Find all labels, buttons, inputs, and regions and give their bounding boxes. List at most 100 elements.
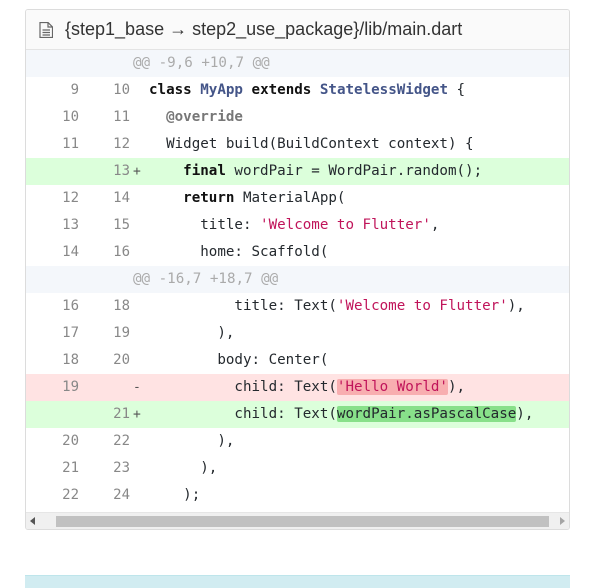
old-line-number[interactable]: 22 xyxy=(54,482,79,509)
info-banner xyxy=(25,575,570,588)
new-line-number[interactable]: 12 xyxy=(105,131,130,158)
old-line-number[interactable]: 18 xyxy=(54,347,79,374)
new-line-number[interactable]: 23 xyxy=(105,455,130,482)
context-line[interactable]: 10 11 @override xyxy=(26,104,569,131)
context-line[interactable]: 13 15 title: 'Welcome to Flutter', xyxy=(26,212,569,239)
code-token: class xyxy=(149,82,192,98)
code-text: ); xyxy=(149,482,200,509)
code-token: title: xyxy=(149,217,261,233)
hunk-header[interactable]: @@ -9,6 +10,7 @@ xyxy=(26,50,569,77)
code-token: ), xyxy=(149,460,218,476)
code-text: ), xyxy=(149,428,234,455)
new-line-number[interactable]: 11 xyxy=(105,104,130,131)
horizontal-scrollbar[interactable] xyxy=(26,512,569,529)
hunk-header-text: @@ -16,7 +18,7 @@ xyxy=(133,271,279,287)
code-token: return xyxy=(183,190,235,206)
context-line[interactable]: 22 24 ); xyxy=(26,482,569,509)
scroll-right-arrow-icon[interactable] xyxy=(560,517,565,525)
old-line-number[interactable]: 17 xyxy=(54,320,79,347)
new-line-number[interactable]: 15 xyxy=(105,212,130,239)
code-token: child: Text( xyxy=(149,379,337,395)
code-text: title: 'Welcome to Flutter', xyxy=(149,212,439,239)
code-token: home: Scaffold( xyxy=(149,244,329,260)
context-line[interactable]: 11 12 Widget build(BuildContext context) … xyxy=(26,131,569,158)
diff-file-card: {step1_base → step2_use_package}/lib/mai… xyxy=(25,9,570,530)
new-line-number[interactable]: 20 xyxy=(105,347,130,374)
new-line-number[interactable]: 13 xyxy=(105,158,130,185)
new-line-number[interactable]: 16 xyxy=(105,239,130,266)
code-text: child: Text('Hello World'), xyxy=(149,374,465,401)
context-line[interactable]: 12 14 return MaterialApp( xyxy=(26,185,569,212)
code-token: extends xyxy=(251,82,312,98)
file-path[interactable]: {step1_base → step2_use_package}/lib/mai… xyxy=(65,19,462,40)
context-line[interactable]: 9 10 class MyApp extends StatelessWidget { xyxy=(26,77,569,104)
new-line-number[interactable]: 19 xyxy=(105,320,130,347)
addition-marker: + xyxy=(133,407,141,422)
context-line[interactable]: 20 22 ), xyxy=(26,428,569,455)
new-line-number[interactable]: 14 xyxy=(105,185,130,212)
code-token: child: Text( xyxy=(149,406,337,422)
code-token: 'Hello World' xyxy=(336,379,448,395)
code-text: ), xyxy=(149,455,217,482)
code-token: body: Center( xyxy=(149,352,329,368)
addition-marker: + xyxy=(133,164,141,179)
code-token: title: Text( xyxy=(149,298,337,314)
added-line[interactable]: 21 + child: Text(wordPair.asPascalCase), xyxy=(26,401,569,428)
code-text: body: Center( xyxy=(149,347,328,374)
old-line-number[interactable]: 16 xyxy=(54,293,79,320)
hunk-header-text: @@ -9,6 +10,7 @@ xyxy=(133,55,270,71)
document-icon xyxy=(39,21,53,38)
context-line[interactable]: 17 19 ), xyxy=(26,320,569,347)
code-token: 'Welcome to Flutter' xyxy=(260,217,431,233)
code-text: return MaterialApp( xyxy=(149,185,345,212)
old-line-number[interactable]: 10 xyxy=(54,104,79,131)
old-line-number[interactable]: 21 xyxy=(54,455,79,482)
context-line[interactable]: 21 23 ), xyxy=(26,455,569,482)
code-token: MyApp xyxy=(200,82,243,98)
code-text: ), xyxy=(149,320,234,347)
code-token: ); xyxy=(149,487,201,503)
code-token: wordPair = WordPair.random(); xyxy=(225,163,483,179)
deleted-line[interactable]: 19 - child: Text('Hello World'), xyxy=(26,374,569,401)
code-text: home: Scaffold( xyxy=(149,239,328,266)
old-line-number[interactable]: 20 xyxy=(54,428,79,455)
file-header: {step1_base → step2_use_package}/lib/mai… xyxy=(26,10,569,50)
context-line[interactable]: 14 16 home: Scaffold( xyxy=(26,239,569,266)
diff-code-view[interactable]: @@ -9,6 +10,7 @@ 9 10 class MyApp extends S… xyxy=(26,50,569,512)
scroll-left-arrow-icon[interactable] xyxy=(30,517,35,525)
code-token: wordPair.asPascalCase xyxy=(336,406,517,422)
new-line-number[interactable]: 22 xyxy=(105,428,130,455)
old-line-number[interactable]: 11 xyxy=(54,131,79,158)
code-token: , xyxy=(430,217,440,233)
code-token: ), xyxy=(149,325,235,341)
old-line-number[interactable]: 19 xyxy=(54,374,79,401)
new-line-number[interactable]: 10 xyxy=(105,77,130,104)
context-line[interactable]: 16 18 title: Text('Welcome to Flutter'), xyxy=(26,293,569,320)
new-line-number[interactable]: 24 xyxy=(105,482,130,509)
old-line-number[interactable]: 9 xyxy=(54,77,79,104)
code-text: @override xyxy=(149,104,243,131)
code-token: ), xyxy=(516,406,534,422)
old-line-number[interactable]: 14 xyxy=(54,239,79,266)
code-text: Widget build(BuildContext context) { xyxy=(149,131,474,158)
code-token: Widget build(BuildContext context) { xyxy=(149,136,474,152)
old-line-number[interactable]: 13 xyxy=(54,212,79,239)
hunk-header[interactable]: @@ -16,7 +18,7 @@ xyxy=(26,266,569,293)
added-line[interactable]: 13 + final wordPair = WordPair.random(); xyxy=(26,158,569,185)
deletion-marker: - xyxy=(133,380,141,395)
scrollbar-thumb[interactable] xyxy=(56,516,549,527)
code-text: final wordPair = WordPair.random(); xyxy=(149,158,482,185)
new-line-number[interactable]: 18 xyxy=(105,293,130,320)
code-token: ), xyxy=(507,298,525,314)
code-token: { xyxy=(448,82,466,98)
new-line-number[interactable]: 21 xyxy=(105,401,130,428)
context-line[interactable]: 18 20 body: Center( xyxy=(26,347,569,374)
code-token: @override xyxy=(166,109,243,125)
old-line-number[interactable]: 12 xyxy=(54,185,79,212)
